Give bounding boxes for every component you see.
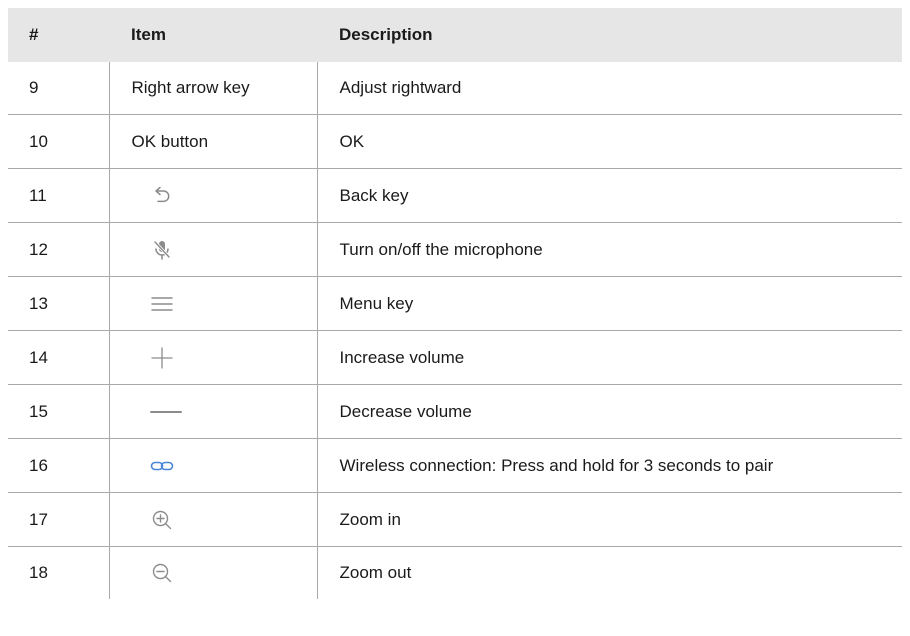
- link-icon: [150, 454, 174, 478]
- mic-mute-icon: [150, 238, 174, 262]
- header-description: Description: [317, 8, 902, 62]
- row-item: [108, 330, 317, 385]
- row-item: [108, 546, 317, 599]
- row-description: Zoom out: [316, 546, 902, 599]
- row-item: [108, 384, 317, 439]
- row-number: 12: [8, 222, 109, 277]
- header-number: #: [8, 8, 109, 62]
- table-row: 11 Back key: [8, 168, 902, 223]
- table-row: 15 Decrease volume: [8, 384, 902, 439]
- row-description: Decrease volume: [316, 384, 902, 439]
- table-row: 10 OK button OK: [8, 114, 902, 169]
- row-item: Right arrow key: [108, 62, 317, 115]
- row-number: 16: [8, 438, 109, 493]
- plus-icon: [150, 346, 174, 370]
- zoom-in-icon: [150, 508, 174, 532]
- row-description: Turn on/off the microphone: [316, 222, 902, 277]
- row-description: Adjust rightward: [316, 62, 902, 115]
- table-row: 14 Increase volume: [8, 330, 902, 385]
- row-description: OK: [316, 114, 902, 169]
- row-description: Back key: [316, 168, 902, 223]
- row-number: 11: [8, 168, 109, 223]
- table-row: 9 Right arrow key Adjust rightward: [8, 62, 902, 115]
- table-header-row: # Item Description: [8, 8, 902, 62]
- table-row: 16 Wireless connection: Press and hold f…: [8, 438, 902, 493]
- header-item: Item: [109, 8, 317, 62]
- row-item: [108, 222, 317, 277]
- row-description: Wireless connection: Press and hold for …: [316, 438, 902, 493]
- row-description: Menu key: [316, 276, 902, 331]
- zoom-out-icon: [150, 561, 174, 585]
- row-number: 18: [8, 546, 109, 599]
- row-description: Increase volume: [316, 330, 902, 385]
- key-description-table: # Item Description 9 Right arrow key Adj…: [8, 8, 902, 599]
- row-number: 9: [29, 78, 39, 97]
- row-item: [108, 438, 317, 493]
- row-number: 10: [8, 114, 109, 169]
- menu-icon: [150, 292, 174, 316]
- table-row: 12 Turn on/off the microphone: [8, 222, 902, 277]
- table-row: 13 Menu key: [8, 276, 902, 331]
- row-item: OK button: [108, 114, 317, 169]
- row-number: 15: [8, 384, 109, 439]
- minus-icon: [149, 400, 182, 424]
- row-number: 13: [8, 276, 109, 331]
- row-item: [108, 168, 317, 223]
- table-row: 17 Zoom in: [8, 492, 902, 547]
- row-number: 14: [8, 330, 109, 385]
- row-item: [108, 492, 317, 547]
- back-arrow-icon: [150, 184, 174, 208]
- table-row: 18 Zoom out: [8, 546, 902, 599]
- row-description: Zoom in: [316, 492, 902, 547]
- row-number: 17: [8, 492, 109, 547]
- row-item: [108, 276, 317, 331]
